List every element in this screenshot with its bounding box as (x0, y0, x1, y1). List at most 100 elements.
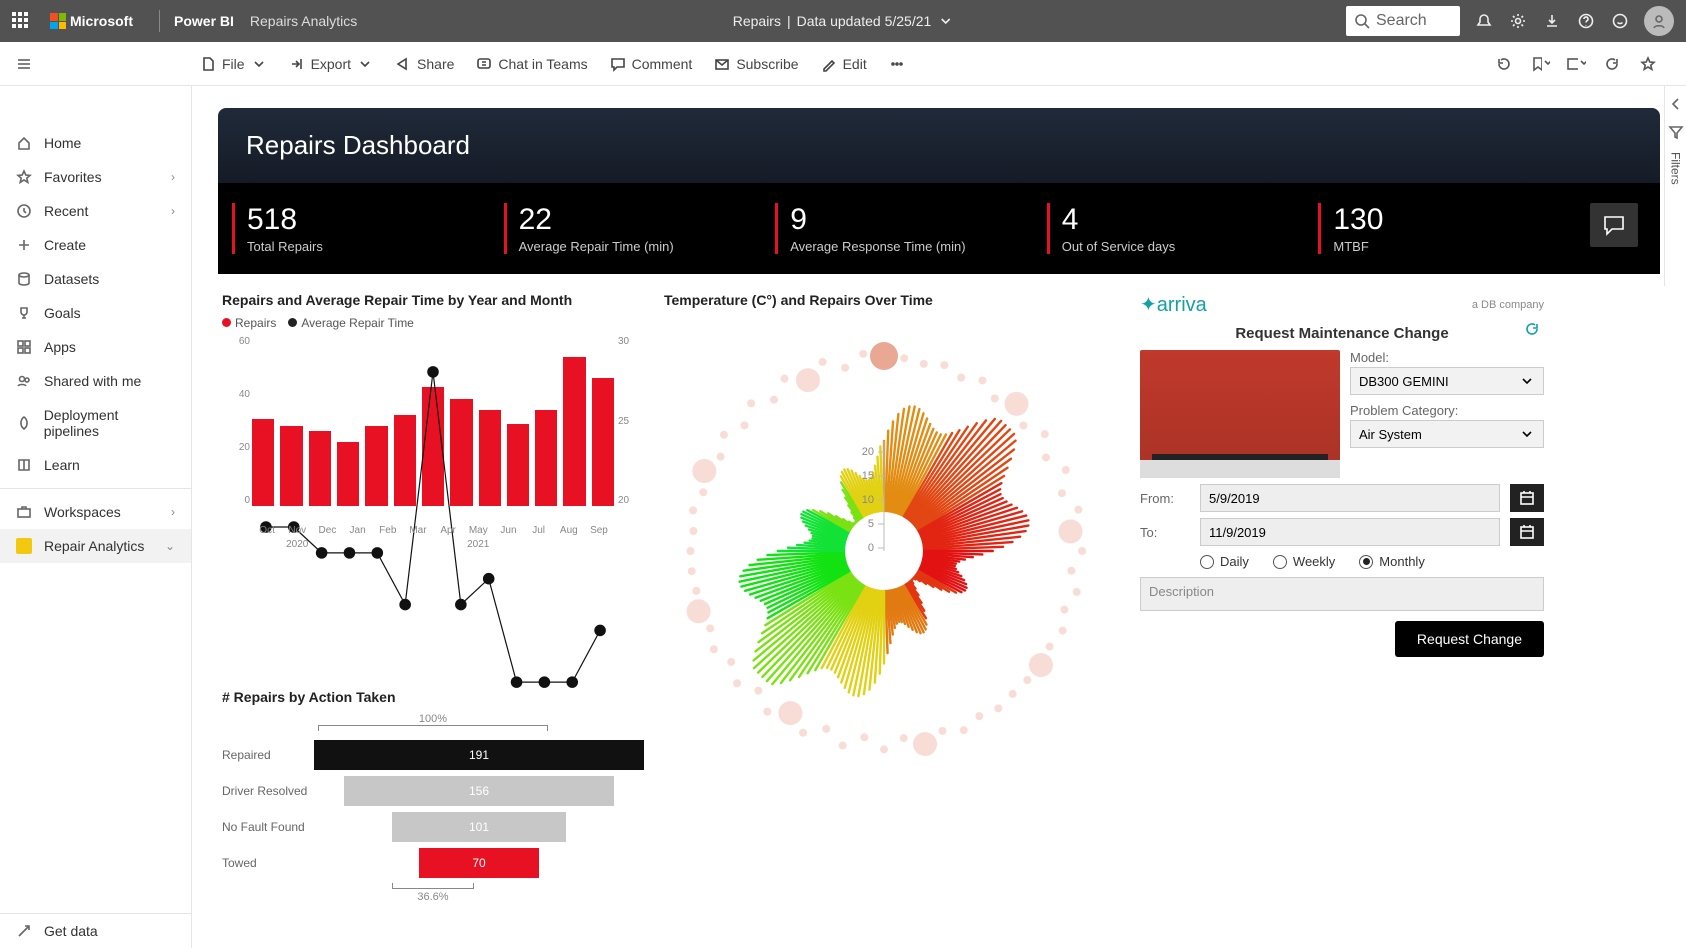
model-select[interactable]: DB300 GEMINI (1350, 367, 1544, 395)
radio-monthly[interactable]: Monthly (1359, 554, 1425, 569)
left-nav: Home Favorites› Recent› Create Datasets … (0, 86, 192, 948)
funnel-chart-card[interactable]: # Repairs by Action Taken 100% Repaired1… (218, 679, 648, 919)
rocket-icon (16, 415, 32, 431)
data-updated-label: Data updated 5/25/21 (797, 13, 932, 29)
funnel-row: Repaired191 (222, 737, 644, 773)
subscribe-button[interactable]: Subscribe (714, 56, 798, 72)
refresh-icon[interactable] (1602, 54, 1622, 74)
comment-button[interactable]: Comment (610, 56, 693, 72)
svg-text:10: 10 (862, 494, 874, 506)
calendar-icon (1519, 490, 1535, 506)
nav-home[interactable]: Home (0, 126, 191, 160)
nav-learn[interactable]: Learn (0, 448, 191, 482)
svg-text:15: 15 (862, 470, 874, 482)
kpi-total-repairs: 518Total Repairs (232, 203, 496, 254)
chevron-down-icon (1519, 373, 1535, 389)
company-tag: a DB company (1472, 299, 1544, 311)
notifications-icon[interactable] (1474, 11, 1494, 31)
funnel-row: Towed70 (222, 845, 644, 881)
chevron-down-icon (1519, 426, 1535, 442)
description-input[interactable]: Description (1140, 577, 1544, 611)
comments-button[interactable] (1590, 203, 1638, 247)
filters-pane-collapsed[interactable]: Filters (1664, 86, 1686, 286)
divider (159, 10, 160, 32)
nav-shared[interactable]: Shared with me (0, 364, 191, 398)
to-calendar-button[interactable] (1510, 518, 1544, 546)
filters-label: Filters (1669, 152, 1683, 185)
chevron-down-icon (357, 56, 373, 72)
feedback-icon[interactable] (1610, 11, 1630, 31)
from-label: From: (1140, 491, 1190, 506)
report-action-bar: File Export Share Chat in Teams Comment … (0, 42, 1686, 86)
export-menu[interactable]: Export (289, 56, 373, 72)
nav-pipelines[interactable]: Deployment pipelines (0, 398, 191, 448)
svg-text:0: 0 (868, 542, 874, 554)
share-button[interactable]: Share (395, 56, 454, 72)
combo-chart: 6040200 302520 OctNovDecJanFebMarAprMayJ… (222, 336, 644, 536)
help-icon[interactable] (1576, 11, 1596, 31)
home-icon (16, 135, 32, 151)
combo-chart-title: Repairs and Average Repair Time by Year … (222, 292, 644, 308)
kpi-avg-repair-time: 22Average Repair Time (min) (504, 203, 768, 254)
dashboard-title: Repairs Dashboard (218, 108, 1660, 183)
nav-favorites[interactable]: Favorites› (0, 160, 191, 194)
nav-goals[interactable]: Goals (0, 296, 191, 330)
funnel-chart-title: # Repairs by Action Taken (222, 689, 644, 705)
svg-text:20: 20 (862, 446, 874, 458)
vehicle-image (1140, 350, 1340, 478)
search-icon (1354, 13, 1370, 29)
nav-recent[interactable]: Recent› (0, 194, 191, 228)
form-refresh-button[interactable] (1449, 321, 1544, 346)
nav-current-workspace[interactable]: Repair Analytics⌄ (0, 529, 191, 563)
page-breadcrumb[interactable]: Repairs | Data updated 5/25/21 (733, 13, 954, 29)
nav-apps[interactable]: Apps (0, 330, 191, 364)
funnel-row: Driver Resolved156 (222, 773, 644, 809)
nav-get-data[interactable]: Get data (0, 914, 191, 948)
radio-daily[interactable]: Daily (1200, 554, 1249, 569)
nav-toggle-button[interactable] (0, 42, 48, 86)
chat-teams-button[interactable]: Chat in Teams (476, 56, 587, 72)
filter-icon (1668, 124, 1684, 140)
combo-chart-card[interactable]: Repairs and Average Repair Time by Year … (218, 282, 648, 667)
search-input[interactable]: Search (1346, 6, 1460, 36)
workspace-badge-icon (16, 538, 32, 554)
from-calendar-button[interactable] (1510, 484, 1544, 512)
trophy-icon (16, 305, 32, 321)
get-data-icon (16, 923, 32, 939)
favorite-icon[interactable] (1638, 54, 1658, 74)
request-change-button[interactable]: Request Change (1395, 621, 1544, 657)
radial-chart-card[interactable]: Temperature (C°) and Repairs Over Time 0… (660, 282, 1120, 919)
download-icon[interactable] (1542, 11, 1562, 31)
radio-weekly[interactable]: Weekly (1273, 554, 1335, 569)
account-avatar[interactable] (1644, 6, 1674, 36)
kpi-avg-response-time: 9Average Response Time (min) (775, 203, 1039, 254)
more-menu[interactable] (889, 56, 905, 72)
kpi-strip: 518Total Repairs 22Average Repair Time (… (218, 183, 1660, 274)
funnel-row: No Fault Found101 (222, 809, 644, 845)
category-select[interactable]: Air System (1350, 420, 1544, 448)
file-menu[interactable]: File (200, 56, 267, 72)
kpi-mtbf: 130MTBF (1318, 203, 1582, 254)
radial-chart: 0 5 10 15 20 (664, 316, 1104, 766)
nav-datasets[interactable]: Datasets (0, 262, 191, 296)
svg-text:5: 5 (868, 518, 874, 530)
app-launcher-icon[interactable] (12, 12, 30, 30)
arriva-logo: ✦arriva (1140, 292, 1207, 317)
to-date-input[interactable]: 11/9/2019 (1200, 518, 1500, 546)
reset-icon[interactable] (1494, 54, 1514, 74)
settings-icon[interactable] (1508, 11, 1528, 31)
nav-create[interactable]: Create (0, 228, 191, 262)
edit-button[interactable]: Edit (821, 56, 867, 72)
view-icon[interactable] (1566, 54, 1586, 74)
nav-workspaces[interactable]: Workspaces› (0, 495, 191, 529)
report-canvas: Repairs Dashboard 518Total Repairs 22Ave… (192, 86, 1686, 948)
form-title: Request Maintenance Change (1235, 317, 1448, 350)
microsoft-logo: Microsoft (50, 13, 133, 29)
model-label: Model: (1350, 350, 1544, 365)
bookmark-icon[interactable] (1530, 54, 1550, 74)
book-icon (16, 457, 32, 473)
kpi-out-of-service: 4Out of Service days (1047, 203, 1311, 254)
breadcrumb-page: Repairs (733, 13, 781, 29)
from-date-input[interactable]: 5/9/2019 (1200, 484, 1500, 512)
brand-label: Microsoft (70, 13, 133, 29)
